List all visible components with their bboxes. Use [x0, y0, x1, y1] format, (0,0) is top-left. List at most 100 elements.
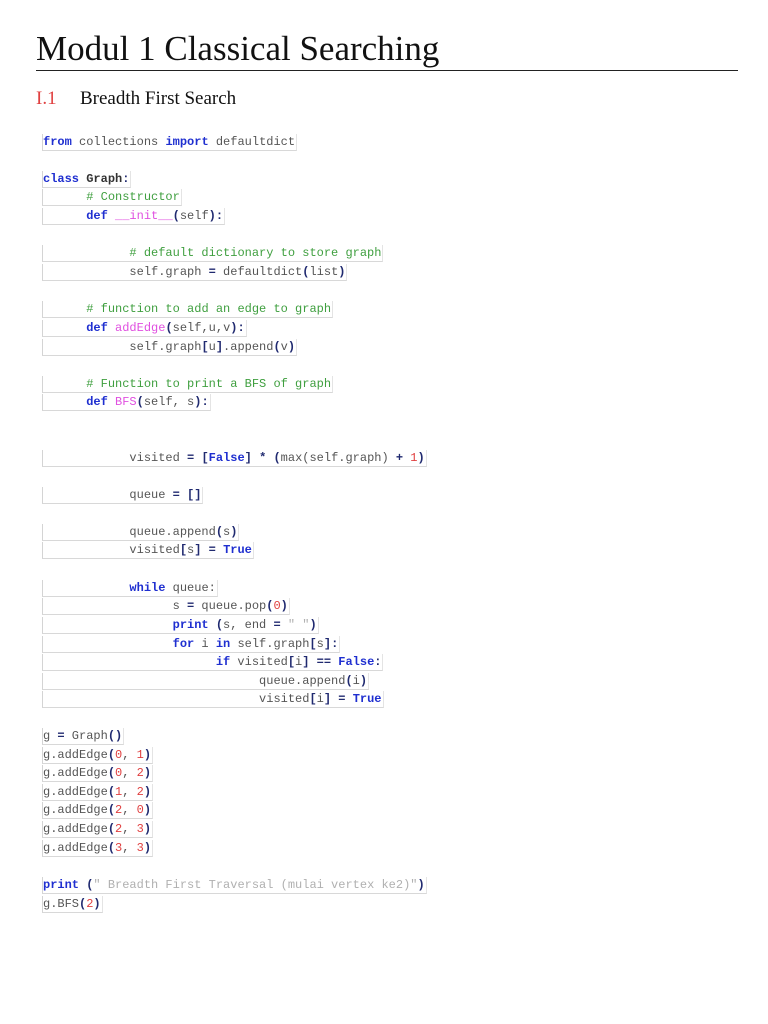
code-token: self.graph [129, 340, 202, 354]
code-token: g.addEdge [43, 766, 108, 780]
code-line: g.addEdge(2, 3) [42, 821, 154, 838]
code-token: 0 [273, 599, 281, 613]
code-token: self,u,v [172, 321, 231, 335]
section-title: Breadth First Search [80, 88, 237, 109]
code-token: i [316, 692, 324, 706]
code-token: # default dictionary to store graph [129, 246, 382, 260]
code-token: ( [215, 618, 224, 632]
code-token: i [352, 674, 360, 688]
code-line: def addEdge(self,u,v): [42, 320, 247, 337]
code-token: ( [107, 803, 116, 817]
code-token: list [309, 265, 339, 279]
code-line: class Graph: [42, 171, 132, 188]
code-line: print (s, end = " ") [42, 617, 319, 634]
code-token: [ [287, 655, 296, 669]
code-token: False [338, 655, 375, 669]
title-divider [36, 70, 738, 71]
code-token: queue.append [129, 525, 216, 539]
code-token: , [122, 766, 137, 780]
code-token: queue: [165, 581, 216, 595]
code-token: self.graph [230, 637, 310, 651]
code-token: u [208, 340, 216, 354]
code-token: 0 [136, 803, 144, 817]
code-line: visited = [False] * (max(self.graph) + 1… [42, 450, 427, 467]
section-number: I.1 [36, 88, 57, 109]
code-token: s, end [223, 618, 274, 632]
code-line: from collections import defaultdict [42, 134, 298, 151]
code-token: , [122, 841, 137, 855]
code-token: ( [107, 748, 116, 762]
code-token: = [208, 265, 216, 279]
code-token: " " [287, 618, 310, 632]
code-token: self, s [143, 395, 195, 409]
section-heading: I.1 Breadth First Search [36, 87, 236, 111]
code-token: 1 [136, 748, 144, 762]
code-token: ) [417, 878, 425, 892]
code-token: : [122, 172, 130, 186]
code-line: queue = [] [42, 487, 204, 504]
code-token: ( [107, 841, 116, 855]
code-line: # function to add an edge to graph [42, 301, 334, 318]
code-line: # default dictionary to store graph [42, 245, 384, 262]
code-line: print (" Breadth First Traversal (mulai … [42, 877, 427, 894]
code-token: visited [230, 655, 288, 669]
code-token: + [395, 451, 404, 465]
code-line: def __init__(self): [42, 208, 226, 225]
code-token: ) [143, 841, 152, 855]
code-line: visited[i] = True [42, 691, 384, 708]
code-line: s = queue.pop(0) [42, 598, 290, 615]
code-token: = [172, 488, 180, 502]
code-token: s [172, 599, 188, 613]
code-token: Graph [64, 729, 108, 743]
code-line: if visited[i] == False: [42, 654, 384, 671]
code-token: = [208, 543, 216, 557]
code-token: ] [244, 451, 252, 465]
code-token: () [107, 729, 123, 743]
code-token: ) [230, 525, 238, 539]
code-token: ] [215, 340, 224, 354]
code-token: max(self.graph) [280, 451, 396, 465]
code-line: g.addEdge(0, 2) [42, 765, 154, 782]
code-token: ) [143, 803, 152, 817]
page-title: Modul 1 Classical Searching [36, 29, 440, 68]
code-token: ) [143, 785, 152, 799]
code-token: s [316, 637, 324, 651]
code-token: .append [223, 340, 274, 354]
code-token: Graph [86, 172, 123, 186]
code-token: ): [208, 209, 224, 223]
code-line: queue.append(s) [42, 524, 240, 541]
code-token: visited [129, 543, 180, 557]
code-token: [ [201, 340, 209, 354]
code-token: ): [194, 395, 209, 409]
code-token: ( [165, 321, 173, 335]
code-token: 1 [410, 451, 418, 465]
code-token: [ [201, 451, 209, 465]
code-token: # Function to print a BFS of graph [86, 377, 332, 391]
code-token: queue.append [259, 674, 346, 688]
code-token: True [223, 543, 252, 557]
code-token: ) [359, 674, 368, 688]
code-token: if [215, 655, 231, 669]
code-token: g.BFS [43, 897, 80, 911]
code-token: def [86, 395, 108, 409]
code-token: ]: [323, 637, 339, 651]
code-token: , [122, 785, 137, 799]
code-token: ( [136, 395, 144, 409]
code-token: = [273, 618, 281, 632]
code-line: queue.append(i) [42, 673, 370, 690]
code-token: while [129, 581, 166, 595]
code-token: False [208, 451, 245, 465]
code-line: g.addEdge(1, 2) [42, 784, 154, 801]
code-token: ( [107, 785, 116, 799]
code-token: BFS [115, 395, 137, 409]
code-line: g.addEdge(2, 0) [42, 802, 154, 819]
code-token: print [43, 878, 80, 892]
code-token: g.addEdge [43, 841, 108, 855]
code-token: " Breadth First Traversal (mulai vertex … [93, 878, 418, 892]
code-token: [ [309, 637, 317, 651]
